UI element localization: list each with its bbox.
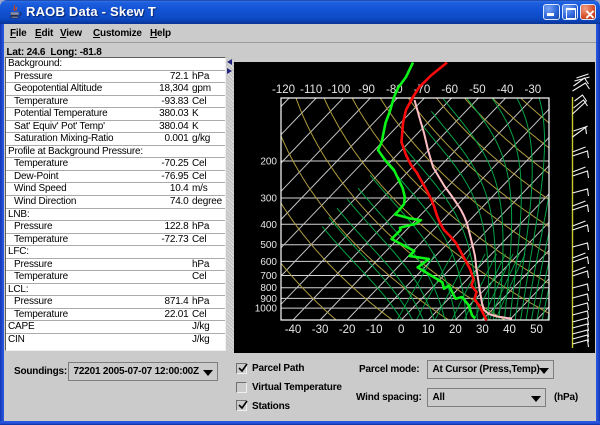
svg-text:-20: -20 (339, 324, 356, 336)
svg-text:0: 0 (398, 324, 404, 336)
svg-text:1000: 1000 (255, 304, 278, 315)
svg-text:30: 30 (476, 324, 489, 336)
svg-text:50: 50 (530, 324, 543, 336)
svg-text:-30: -30 (312, 324, 329, 336)
svg-text:10: 10 (422, 324, 435, 336)
svg-text:-30: -30 (524, 84, 541, 96)
svg-text:-40: -40 (497, 84, 514, 96)
svg-text:700: 700 (260, 271, 277, 282)
svg-text:400: 400 (260, 220, 277, 231)
svg-text:-40: -40 (285, 324, 302, 336)
svg-text:20: 20 (449, 324, 462, 336)
svg-text:-90: -90 (358, 84, 375, 96)
svg-text:800: 800 (260, 283, 277, 294)
svg-text:300: 300 (260, 194, 277, 205)
svg-text:-60: -60 (441, 84, 458, 96)
svg-text:40: 40 (503, 324, 516, 336)
svg-text:-50: -50 (469, 84, 486, 96)
svg-text:-120: -120 (272, 84, 295, 96)
svg-text:500: 500 (260, 240, 277, 251)
svg-text:200: 200 (260, 157, 277, 168)
svg-text:-100: -100 (327, 84, 350, 96)
svg-text:600: 600 (260, 257, 277, 268)
svg-text:-10: -10 (366, 324, 383, 336)
svg-text:-110: -110 (300, 84, 322, 96)
